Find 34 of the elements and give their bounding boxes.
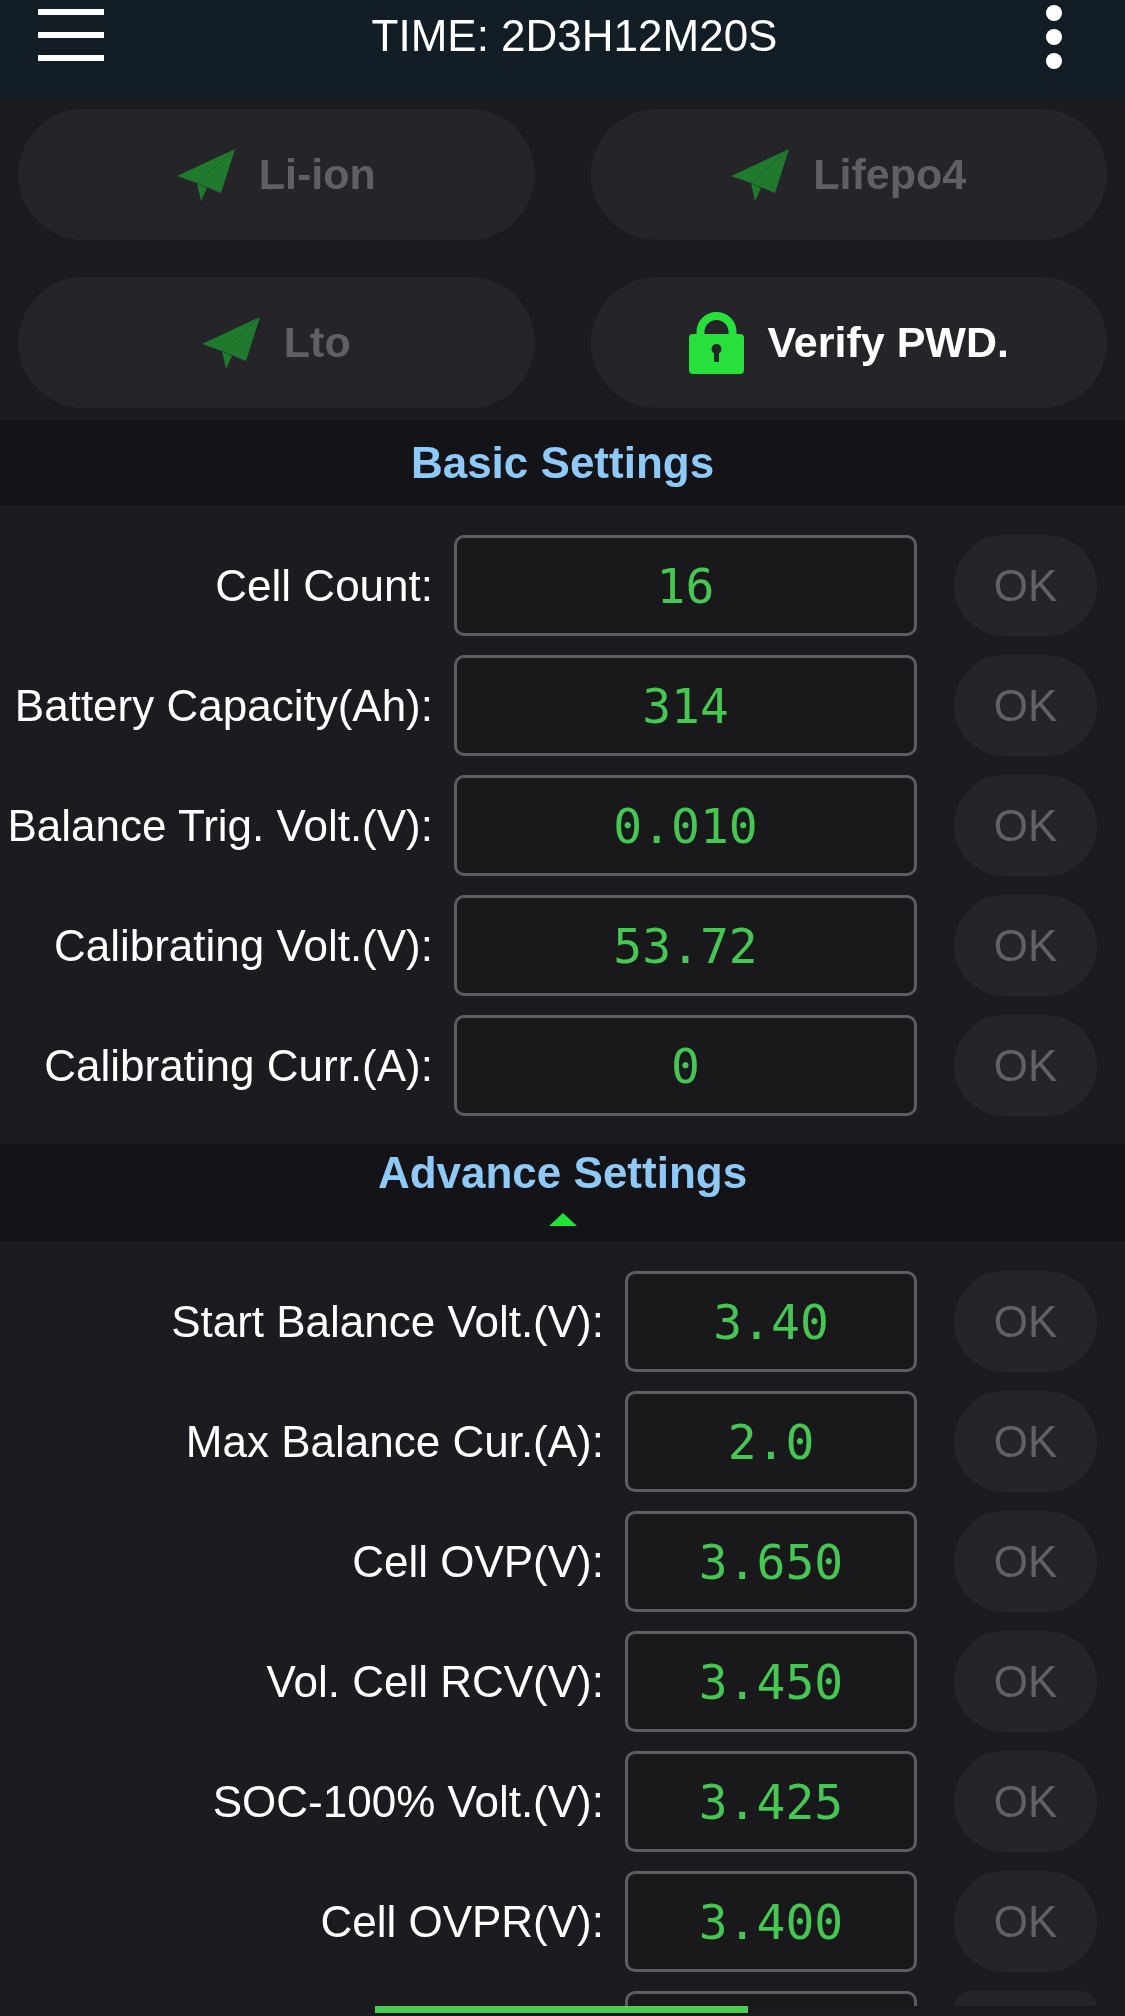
value-field[interactable]: 3.400: [625, 1871, 917, 1972]
value-field[interactable]: 0: [454, 1015, 917, 1116]
paper-plane-icon: [176, 148, 235, 201]
setting-label: Cell Count:: [215, 559, 433, 612]
value-field[interactable]: 3.40: [625, 1271, 917, 1372]
section-title: Advance Settings: [377, 1147, 748, 1199]
section-title: Basic Settings: [410, 436, 715, 489]
setting-label: Balance Trig. Volt.(V):: [7, 799, 433, 852]
value-field[interactable]: [625, 1991, 917, 2006]
setting-label: Calibrating Curr.(A):: [44, 1039, 433, 1092]
value-field[interactable]: 0.010: [454, 775, 917, 876]
up-triangle-icon[interactable]: [548, 1213, 577, 1226]
more-options-icon[interactable]: [1045, 4, 1063, 70]
time-title: TIME: 2D3H12M20S: [371, 10, 778, 62]
mode-button[interactable]: Verify PWD.: [590, 277, 1107, 408]
setting-label: Calibrating Volt.(V):: [53, 919, 433, 972]
value-field[interactable]: 314: [454, 655, 917, 756]
value-field[interactable]: 53.72: [454, 895, 917, 996]
setting-label: Cell OVPR(V):: [320, 1895, 604, 1948]
paper-plane-icon: [731, 148, 790, 201]
setting-label: Cell OVP(V):: [352, 1535, 604, 1588]
padlock-icon: [688, 311, 744, 374]
value-field[interactable]: 3.425: [625, 1751, 917, 1852]
value-field[interactable]: 3.450: [625, 1631, 917, 1732]
setting-label: Start Balance Volt.(V):: [171, 1295, 604, 1348]
setting-label: Vol. Cell RCV(V):: [266, 1655, 604, 1708]
value-field[interactable]: 16: [454, 535, 917, 636]
setting-label: Battery Capacity(Ah):: [14, 679, 433, 732]
setting-label: SOC-100% Volt.(V):: [212, 1775, 604, 1828]
menu-icon[interactable]: [38, 9, 104, 61]
setting-label: Max Balance Cur.(A):: [185, 1415, 604, 1468]
paper-plane-icon: [201, 316, 260, 369]
value-field[interactable]: 3.650: [625, 1511, 917, 1612]
value-field[interactable]: 2.0: [625, 1391, 917, 1492]
